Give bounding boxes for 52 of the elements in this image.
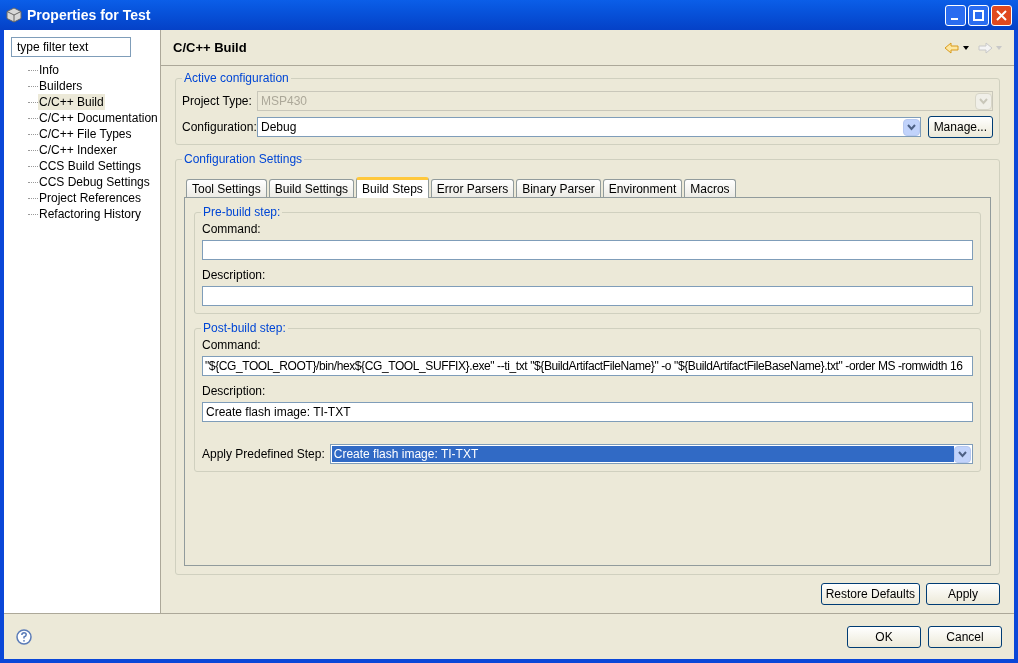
close-icon (996, 9, 1007, 21)
tab[interactable]: Environment (602, 179, 683, 197)
cancel-button[interactable]: Cancel (928, 625, 1002, 648)
predefined-step-dropdown[interactable]: Create flash image: TI-TXT (329, 444, 973, 464)
tree-item[interactable]: C/C++ Build (38, 94, 105, 110)
tab[interactable]: Macros (684, 179, 736, 197)
group-title: Active configuration (182, 70, 291, 86)
description-field[interactable] (202, 286, 973, 306)
field-label: Apply Predefined Step: (202, 446, 325, 463)
apply-button[interactable]: Apply (926, 583, 1000, 605)
tree-item[interactable]: Project References (38, 190, 143, 206)
tab[interactable]: Build Steps (356, 177, 429, 198)
tab[interactable]: Tool Settings (186, 179, 267, 197)
tree-item[interactable]: Info (38, 62, 60, 78)
help-icon[interactable] (16, 628, 32, 645)
manage-button[interactable]: Manage... (927, 116, 993, 138)
ok-button[interactable]: OK (847, 625, 921, 648)
field-label: Command: (202, 221, 262, 237)
maximize-icon (973, 9, 984, 21)
tree-item[interactable]: CCS Build Settings (38, 158, 143, 174)
field-label: Description: (202, 383, 267, 399)
configuration-dropdown[interactable]: Debug (257, 117, 921, 137)
command-field[interactable] (202, 240, 973, 260)
tab[interactable]: Build Settings (268, 179, 355, 197)
field-label: Description: (202, 267, 267, 283)
group-title: Pre-build step: (201, 204, 283, 220)
caret-icon[interactable] (963, 45, 969, 50)
group-title: Configuration Settings (182, 151, 305, 167)
field-label: Project Type: (182, 93, 252, 110)
cube-icon (6, 7, 22, 23)
tree-item[interactable]: CCS Debug Settings (38, 174, 151, 190)
group-title: Post-build step: (201, 320, 288, 336)
description-field[interactable]: Create flash image: TI-TXT (202, 402, 973, 422)
tree-item[interactable]: C/C++ File Types (38, 126, 133, 142)
tree-item[interactable]: Refactoring History (38, 206, 143, 222)
restore-defaults-button[interactable]: Restore Defaults (820, 583, 920, 605)
tree-item[interactable]: C/C++ Indexer (38, 142, 119, 158)
tree-item[interactable]: C/C++ Documentation (38, 110, 159, 126)
chevron-icon[interactable] (954, 445, 971, 463)
tab[interactable]: Error Parsers (430, 179, 515, 197)
window-title: Properties for Test (27, 5, 151, 25)
close-button[interactable] (991, 4, 1012, 26)
minimize-icon (950, 18, 958, 20)
minimize-button[interactable] (945, 4, 966, 26)
field-label: Command: (202, 337, 262, 353)
command-field[interactable]: "${CG_TOOL_ROOT}/bin/hex${CG_TOOL_SUFFIX}.exe" --ti_txt "${BuildArtifactFileName}" -o "${BuildArtifactFileBaseName}.txt" -order MS -romwidth 16 (202, 356, 973, 376)
filter-field[interactable]: type filter text (11, 37, 131, 57)
page-title: C/C++ Build (173, 38, 247, 57)
tab[interactable]: Binary Parser (516, 179, 601, 197)
tree-item[interactable]: Builders (38, 78, 84, 94)
maximize-button[interactable] (968, 4, 989, 26)
chevron-icon[interactable] (902, 118, 920, 136)
